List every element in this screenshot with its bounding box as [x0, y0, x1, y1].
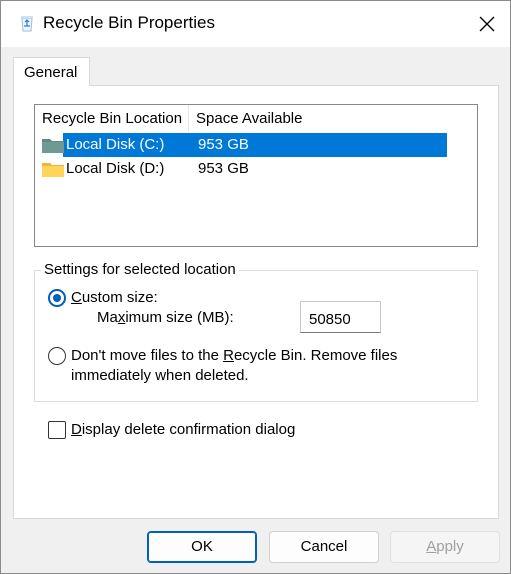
space-available: 953 GB [198, 136, 249, 153]
folder-teal-icon [42, 139, 64, 153]
tab-general[interactable]: General [13, 57, 90, 86]
column-header-location[interactable]: Recycle Bin Location [42, 110, 182, 127]
location-name: Local Disk (D:) [66, 160, 165, 177]
close-icon [479, 16, 495, 32]
max-size-input[interactable] [300, 301, 381, 333]
title-bar: Recycle Bin Properties [1, 1, 510, 47]
settings-group: Settings for selected location Custom si… [34, 261, 478, 402]
recycle-bin-icon [21, 16, 33, 32]
cancel-button[interactable]: Cancel [269, 531, 379, 563]
confirm-dialog-checkbox[interactable] [48, 421, 66, 439]
general-tab-page: Recycle Bin Location Space Available Loc… [13, 85, 499, 519]
no-recycle-label-line1[interactable]: Don't move files to the Recycle Bin. Rem… [71, 347, 397, 364]
max-size-label: Maximum size (MB): [97, 309, 234, 326]
column-header-space[interactable]: Space Available [196, 110, 302, 127]
tab-strip: General [1, 47, 510, 86]
recycle-bin-location-list[interactable]: Recycle Bin Location Space Available Loc… [34, 104, 478, 247]
confirm-dialog-label[interactable]: Display delete confirmation dialog [71, 421, 295, 438]
custom-size-radio[interactable] [48, 289, 66, 307]
properties-window: Recycle Bin Properties General Recycle B… [0, 0, 511, 574]
location-name: Local Disk (C:) [66, 136, 165, 153]
no-recycle-label-line2[interactable]: immediately when deleted. [71, 367, 249, 384]
list-header: Recycle Bin Location Space Available [35, 105, 477, 133]
space-available: 953 GB [198, 160, 249, 177]
list-item-local-disk-c[interactable]: Local Disk (C:) 953 GB [35, 133, 477, 157]
ok-button[interactable]: OK [147, 531, 257, 563]
folder-yellow-icon [42, 163, 64, 177]
column-separator[interactable] [188, 105, 189, 131]
close-button[interactable] [464, 1, 510, 47]
list-item-local-disk-d[interactable]: Local Disk (D:) 953 GB [35, 157, 477, 181]
no-recycle-radio[interactable] [48, 347, 66, 365]
apply-button[interactable]: Apply [390, 531, 500, 563]
custom-size-label[interactable]: Custom size: [71, 289, 158, 306]
custom-size-text: ustom size: [81, 289, 158, 306]
settings-group-label: Settings for selected location [41, 261, 239, 278]
window-title: Recycle Bin Properties [43, 13, 215, 32]
